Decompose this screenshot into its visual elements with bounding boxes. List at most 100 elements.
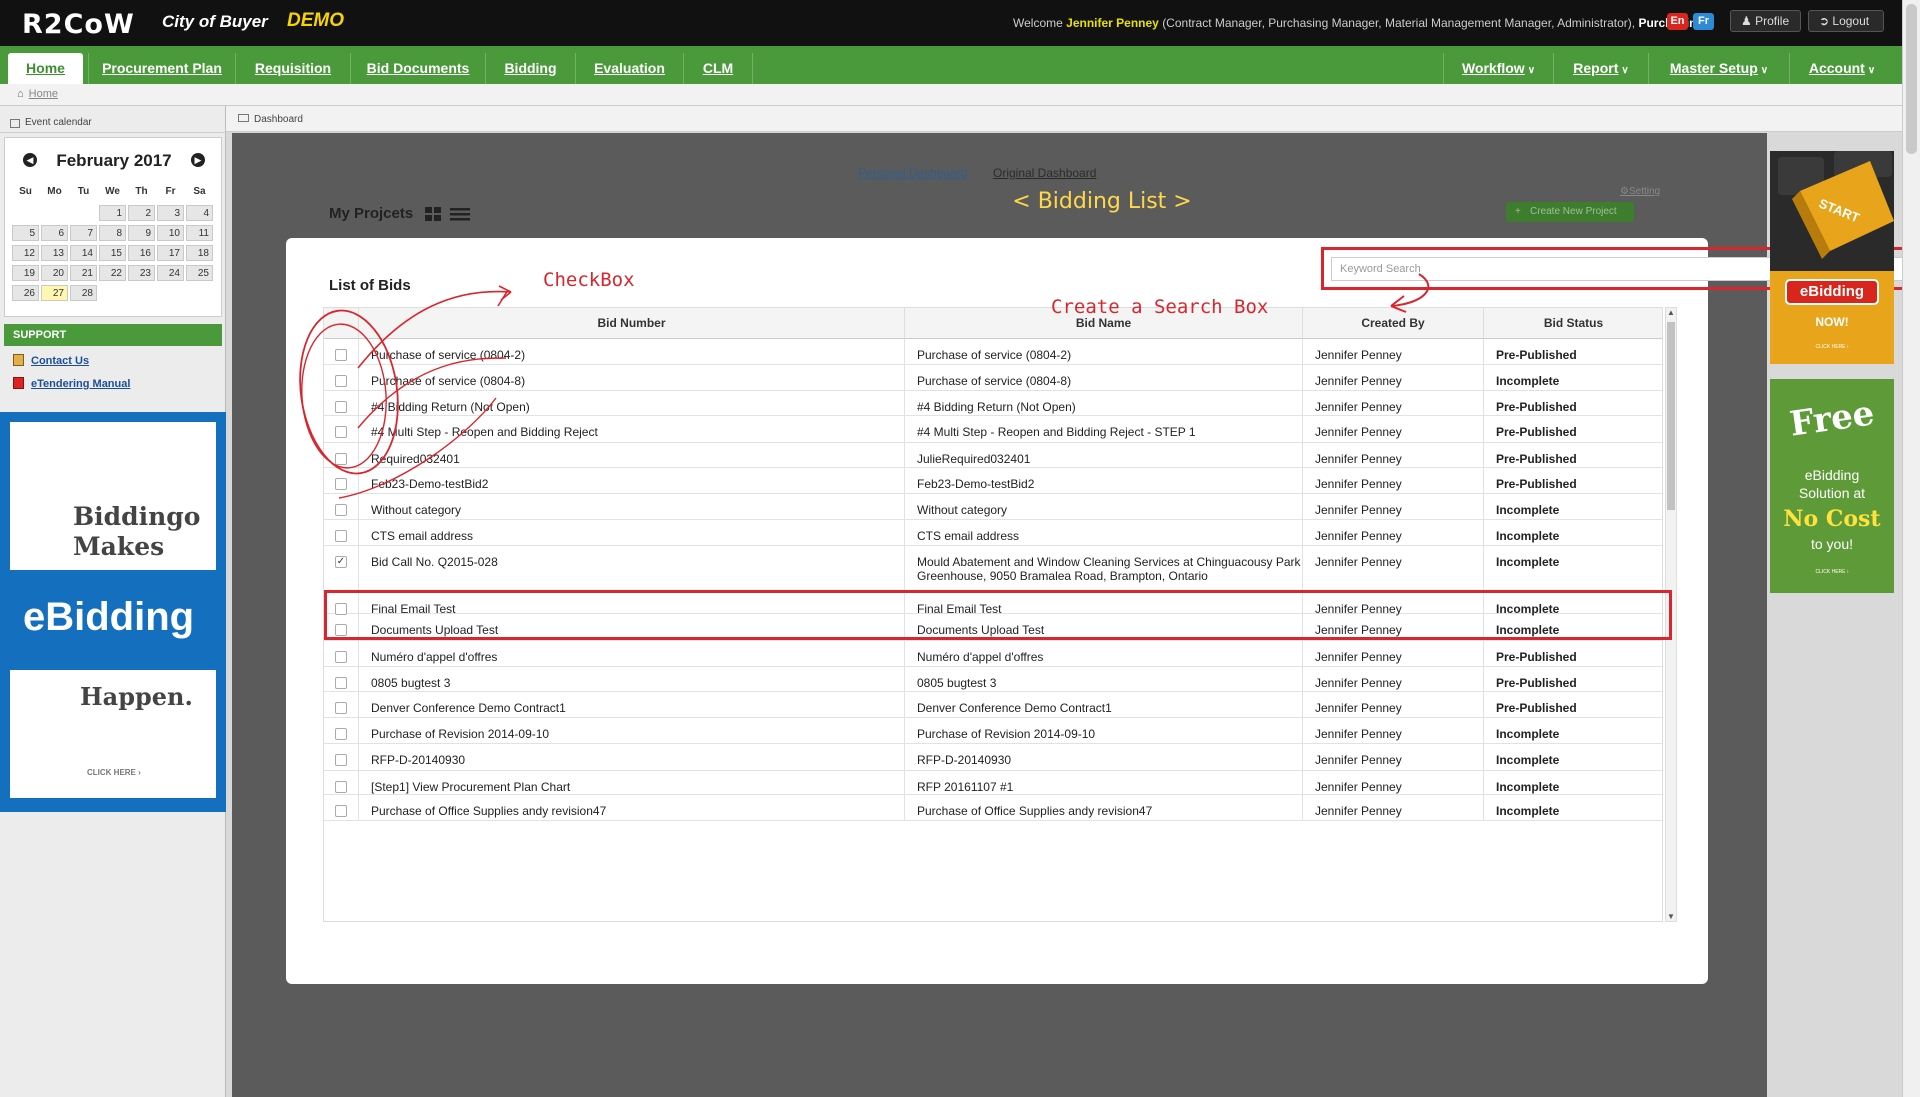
row-checkbox[interactable]	[335, 651, 347, 663]
breadcrumb-home[interactable]: ⌂ Home	[17, 88, 58, 100]
row-checkbox[interactable]	[335, 805, 347, 817]
etendering-manual-link[interactable]: eTendering Manual	[31, 378, 130, 390]
grid-view-icon[interactable]	[424, 206, 442, 222]
scroll-down-icon[interactable]: ▼	[1667, 912, 1675, 921]
row-checkbox[interactable]	[335, 530, 347, 542]
calendar-day[interactable]: 15	[99, 245, 126, 261]
row-checkbox[interactable]	[335, 375, 347, 387]
nav-procurement-plan[interactable]: Procurement Plan	[88, 53, 235, 84]
logout-button[interactable]: ➲ Logout	[1808, 10, 1884, 32]
language-en-button[interactable]: En	[1667, 13, 1688, 30]
calendar-day[interactable]: 23	[128, 265, 155, 281]
calendar-day[interactable]: 12	[12, 245, 39, 261]
calendar-day[interactable]: 10	[157, 225, 184, 241]
setting-link[interactable]: ⚙Setting	[1620, 186, 1660, 197]
table-row[interactable]: Purchase of Revision 2014-09-10 Purchase …	[324, 718, 1662, 744]
nav-requisition[interactable]: Requisition	[235, 53, 350, 84]
table-row[interactable]: CTS email address CTS email address Jennif…	[324, 520, 1662, 546]
calendar-day[interactable]: 28	[70, 285, 97, 301]
bid-status-header[interactable]: Bid Status	[1484, 308, 1662, 339]
table-row[interactable]: Denver Conference Demo Contract1 Denver C…	[324, 692, 1662, 718]
contact-us-link[interactable]: Contact Us	[31, 355, 89, 367]
row-checkbox[interactable]	[335, 781, 347, 793]
calendar-day[interactable]: 24	[157, 265, 184, 281]
page-scrollbar[interactable]	[1902, 0, 1920, 1097]
nav-report[interactable]: Report ∨	[1553, 53, 1648, 84]
table-row[interactable]: Purchase of Office Supplies andy revisio…	[324, 795, 1662, 821]
calendar-day[interactable]: 17	[157, 245, 184, 261]
row-checkbox[interactable]	[335, 677, 347, 689]
table-row[interactable]: Numéro d'appel d'offres Numéro d'appel d'…	[324, 641, 1662, 667]
table-row[interactable]: Feb23-Demo-testBid2 Feb23-Demo-testBid2 Je…	[324, 468, 1662, 494]
calendar-day[interactable]: 18	[186, 245, 213, 261]
create-new-project-button[interactable]: + Create New Project	[1506, 202, 1634, 222]
calendar-day[interactable]: 25	[186, 265, 213, 281]
row-checkbox[interactable]	[335, 504, 347, 516]
row-checkbox[interactable]	[335, 728, 347, 740]
ad-ebidding-button[interactable]: eBidding	[1785, 279, 1879, 305]
calendar-day[interactable]: 19	[12, 265, 39, 281]
calendar-day[interactable]: 26	[12, 285, 39, 301]
profile-button[interactable]: ♟ Profile	[1730, 10, 1801, 32]
calendar-day[interactable]: 4	[186, 205, 213, 221]
ad-click-here[interactable]: CLICK HERE ›	[1770, 569, 1894, 575]
calendar-day[interactable]: 9	[128, 225, 155, 241]
calendar-day[interactable]: 8	[99, 225, 126, 241]
nav-master-setup[interactable]: Master Setup ∨	[1648, 53, 1789, 84]
table-row[interactable]: [Step1] View Procurement Plan Chart RFP 2…	[324, 771, 1662, 795]
calendar-day[interactable]: 16	[128, 245, 155, 261]
row-checkbox[interactable]	[335, 754, 347, 766]
start-ebidding-ad[interactable]: START eBidding NOW! CLICK HERE ›	[1770, 151, 1894, 364]
personal-dashboard-link[interactable]: Personal Dashboard	[858, 166, 967, 180]
calendar-day[interactable]: 3	[157, 205, 184, 221]
nav-bid-documents[interactable]: Bid Documents	[350, 53, 485, 84]
calendar-day[interactable]: 7	[70, 225, 97, 241]
ad-click-here[interactable]: CLICK HERE ›	[1770, 344, 1894, 350]
scroll-thumb[interactable]	[1667, 322, 1675, 510]
calendar-day[interactable]: 14	[70, 245, 97, 261]
app-logo[interactable]: R2CoW	[22, 9, 135, 40]
table-row[interactable]: 0805 bugtest 3 0805 bugtest 3 Jennifer Pen…	[324, 667, 1662, 692]
nav-clm[interactable]: CLM	[683, 53, 753, 84]
nav-evaluation[interactable]: Evaluation	[575, 53, 683, 84]
row-checkbox[interactable]	[335, 349, 347, 361]
calendar-day[interactable]: 20	[41, 265, 68, 281]
row-checkbox[interactable]	[335, 453, 347, 465]
table-row[interactable]: Without category Without category Jennifer…	[324, 494, 1662, 520]
breadcrumb-home-link[interactable]: Home	[29, 88, 58, 100]
table-row[interactable]: #4 Bidding Return (Not Open) #4 Bidding R…	[324, 391, 1662, 416]
bid-number-header[interactable]: Bid Number	[359, 308, 905, 339]
calendar-day[interactable]: 27	[41, 285, 68, 301]
table-row[interactable]: ✓ Bid Call No. Q2015-028 Mould Abatement a…	[324, 546, 1662, 593]
nav-bidding[interactable]: Bidding	[485, 53, 575, 84]
calendar-day[interactable]: 1	[99, 205, 126, 221]
table-row[interactable]: Required032401 JulieRequired032401 Jennife…	[324, 443, 1662, 468]
next-month-icon[interactable]: ▶	[191, 153, 205, 167]
table-row[interactable]: Purchase of service (0804-8) Purchase of …	[324, 365, 1662, 391]
calendar-day[interactable]: 6	[41, 225, 68, 241]
row-checkbox[interactable]	[335, 478, 347, 490]
table-row[interactable]: RFP-D-20140930 RFP-D-20140930 Jennifer Pen…	[324, 744, 1662, 771]
page-scroll-thumb[interactable]	[1906, 4, 1917, 154]
calendar-day[interactable]: 13	[41, 245, 68, 261]
table-row[interactable]: #4 Multi Step - Reopen and Bidding Rejec…	[324, 416, 1662, 443]
list-view-icon[interactable]	[450, 206, 470, 222]
original-dashboard-link[interactable]: Original Dashboard	[993, 166, 1096, 180]
free-ebidding-ad[interactable]: Free eBidding Solution at No Cost to you…	[1770, 379, 1894, 593]
calendar-day[interactable]: 2	[128, 205, 155, 221]
table-row[interactable]: Purchase of service (0804-2) Purchase of …	[324, 339, 1662, 365]
created-by-header[interactable]: Created By	[1303, 308, 1484, 339]
scroll-up-icon[interactable]: ▲	[1667, 308, 1675, 317]
row-checkbox[interactable]	[335, 426, 347, 438]
nav-home[interactable]: Home	[8, 53, 83, 84]
row-checkbox[interactable]	[335, 401, 347, 413]
language-fr-button[interactable]: Fr	[1693, 13, 1714, 30]
nav-account[interactable]: Account ∨	[1789, 53, 1894, 84]
calendar-day[interactable]: 5	[12, 225, 39, 241]
row-checkbox[interactable]	[335, 702, 347, 714]
ad-click-here[interactable]: CLICK HERE ›	[87, 768, 141, 777]
nav-workflow[interactable]: Workflow ∨	[1443, 53, 1553, 84]
row-checkbox[interactable]: ✓	[335, 556, 347, 568]
calendar-day[interactable]: 22	[99, 265, 126, 281]
biddingo-ad[interactable]: Biddingo Makes eBidding Happen. CLICK HE…	[0, 412, 226, 812]
